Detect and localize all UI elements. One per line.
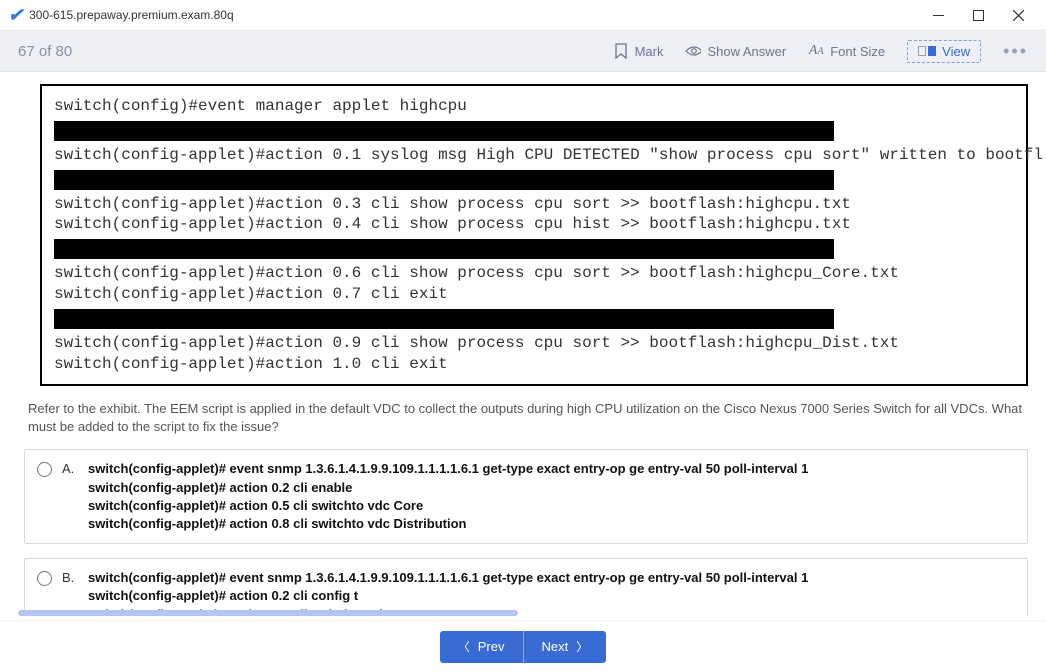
scroll-area[interactable]: switch(config)#event manager applet high… [2, 78, 1044, 616]
view-label: View [942, 44, 970, 59]
toolbar: 67 of 80 Mark Show Answer AA Font Size V… [0, 30, 1046, 72]
font-size-icon: AA [808, 43, 824, 59]
option-letter: A. [62, 461, 78, 476]
exhibit-line: switch(config-applet)#action 0.7 cli exi… [54, 284, 1024, 305]
redacted-bar [54, 309, 834, 329]
more-button[interactable]: ••• [1003, 41, 1028, 62]
titlebar: ✔ 300-615.prepaway.premium.exam.80q [0, 0, 1046, 30]
eye-icon [685, 43, 701, 59]
prev-label: Prev [478, 639, 505, 654]
content-area: switch(config)#event manager applet high… [0, 72, 1046, 616]
question-text: Refer to the exhibit. The EEM script is … [28, 400, 1024, 435]
maximize-icon [973, 10, 984, 21]
font-size-button[interactable]: AA Font Size [808, 43, 885, 59]
redacted-bar [54, 239, 834, 259]
window-title: 300-615.prepaway.premium.exam.80q [29, 8, 918, 22]
radio-icon [37, 462, 52, 477]
question-counter: 67 of 80 [18, 43, 613, 60]
exhibit-line: switch(config-applet)#action 0.3 cli sho… [54, 194, 1024, 215]
horizontal-scrollbar[interactable] [18, 610, 518, 616]
window-controls [918, 1, 1038, 29]
option-text: switch(config-applet)# event snmp 1.3.6.… [88, 460, 808, 533]
exhibit-box: switch(config)#event manager applet high… [40, 84, 1028, 386]
show-answer-label: Show Answer [707, 44, 786, 59]
close-icon [1013, 10, 1024, 21]
minimize-icon [933, 15, 944, 16]
mark-button[interactable]: Mark [613, 43, 664, 59]
font-size-label: Font Size [830, 44, 885, 59]
exhibit-line: switch(config-applet)#action 0.4 cli sho… [54, 214, 1024, 235]
close-button[interactable] [998, 1, 1038, 29]
nav-bar: 〈 Prev Next 〉 [0, 620, 1046, 672]
exhibit-line: switch(config-applet)#action 0.6 cli sho… [54, 263, 1024, 284]
redacted-bar [54, 121, 834, 141]
chevron-right-icon: 〉 [576, 638, 588, 655]
options-list: A. switch(config-applet)# event snmp 1.3.… [24, 449, 1028, 616]
bookmark-icon [613, 43, 629, 59]
next-label: Next [542, 639, 569, 654]
prev-button[interactable]: 〈 Prev [440, 631, 524, 663]
option-letter: B. [62, 570, 78, 585]
view-icon [918, 46, 936, 56]
exhibit-line: switch(config)#event manager applet high… [54, 96, 1024, 117]
next-button[interactable]: Next 〉 [524, 631, 607, 663]
answer-option[interactable]: B. switch(config-applet)# event snmp 1.3.… [24, 558, 1028, 616]
maximize-button[interactable] [958, 1, 998, 29]
radio-icon [37, 571, 52, 586]
redacted-bar [54, 170, 834, 190]
exhibit-line: switch(config-applet)#action 0.1 syslog … [54, 145, 1024, 166]
chevron-left-icon: 〈 [458, 638, 470, 655]
answer-option[interactable]: A. switch(config-applet)# event snmp 1.3.… [24, 449, 1028, 544]
show-answer-button[interactable]: Show Answer [685, 43, 786, 59]
exhibit-line: switch(config-applet)#action 0.9 cli sho… [54, 333, 1024, 354]
exhibit-line: switch(config-applet)#action 1.0 cli exi… [54, 354, 1024, 375]
minimize-button[interactable] [918, 1, 958, 29]
view-button[interactable]: View [907, 40, 981, 63]
app-icon: ✔ [8, 5, 23, 26]
option-text: switch(config-applet)# event snmp 1.3.6.… [88, 569, 808, 616]
mark-label: Mark [635, 44, 664, 59]
